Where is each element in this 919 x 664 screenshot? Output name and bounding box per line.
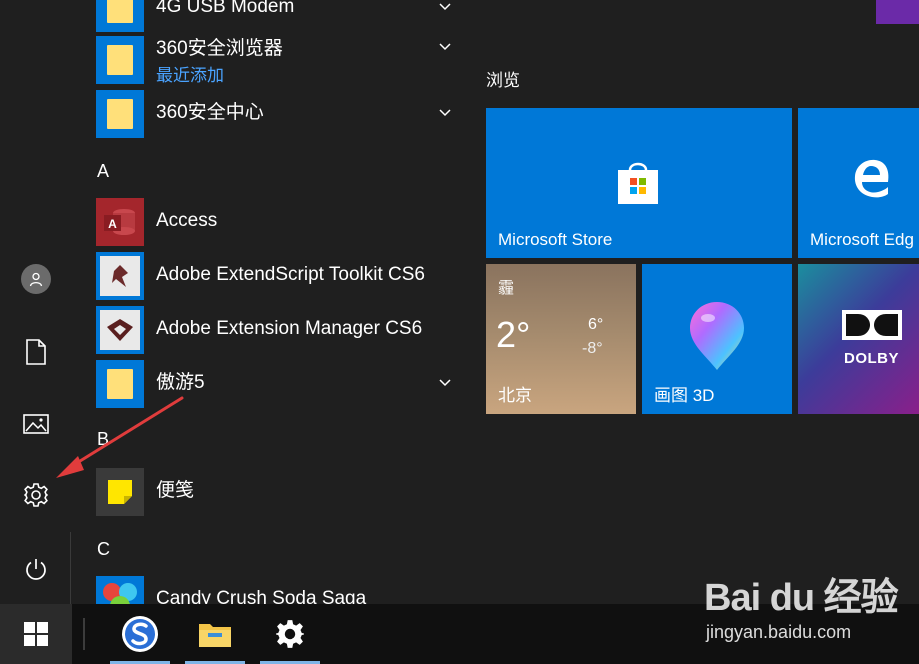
baidu-jingyan-watermark: Bai du 经验 jingyan.baidu.com (700, 566, 910, 656)
start-button[interactable] (0, 604, 72, 664)
annotation-arrow (56, 396, 184, 478)
windows-logo-icon (24, 622, 48, 646)
settings-gear-icon (276, 620, 304, 648)
file-explorer-icon (199, 624, 231, 647)
start-menu-screen: 4G USB Modem 360安全浏览器 最近添加 360安全中心 A A A… (0, 0, 919, 664)
sogou-browser-icon (122, 616, 158, 652)
watermark-logo: Bai du 经验 (704, 577, 899, 619)
taskbar-file-explorer[interactable] (185, 604, 245, 664)
taskbar-separator (83, 618, 85, 650)
taskbar-settings[interactable] (260, 604, 320, 664)
watermark-url: jingyan.baidu.com (706, 622, 852, 642)
taskbar-sogou-browser[interactable] (110, 604, 170, 664)
